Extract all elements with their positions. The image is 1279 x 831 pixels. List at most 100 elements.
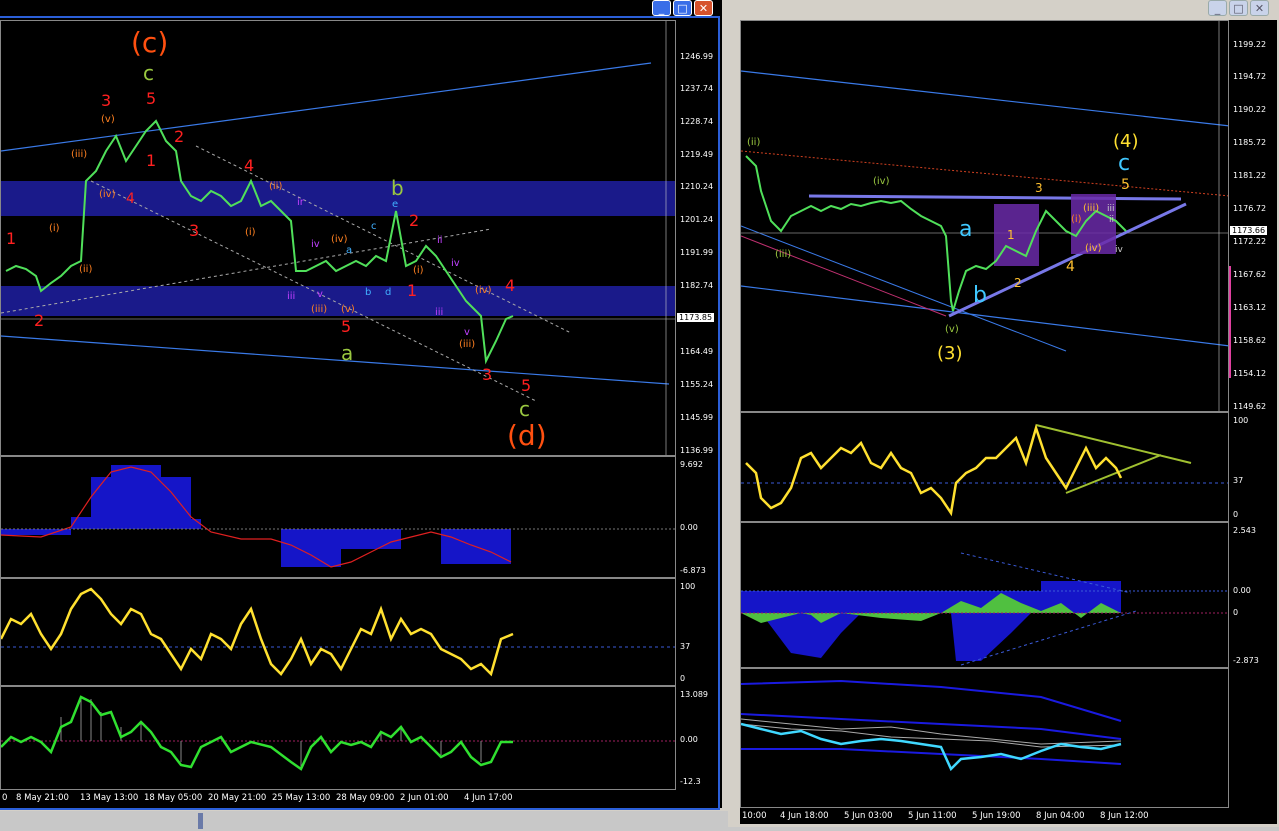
wave-3-red-a: 3: [189, 221, 200, 240]
right-bands-axis: [1229, 668, 1277, 808]
wave-4-yellow: 4: [1066, 259, 1075, 275]
wave-2-red-left: 2: [34, 311, 45, 330]
wave-iii-paren: (iii): [71, 149, 88, 160]
wave-2-red-top: 2: [174, 127, 185, 146]
wave-c-green: c: [143, 61, 154, 85]
wave-a-green: a: [341, 341, 354, 365]
wave-5-red-b: 5: [521, 376, 532, 395]
wave-a-small: a: [346, 245, 353, 256]
left-rsi-pane[interactable]: [0, 578, 676, 686]
wave-5-red-mid: 5: [341, 317, 352, 336]
wave-3-paren: (3): [937, 343, 963, 364]
wave-3-yellow: 3: [1035, 181, 1043, 195]
wave-iv-paren: (iv): [873, 176, 890, 187]
left-window-controls: _ □ ✕: [652, 0, 713, 16]
wave-3-red-b: 3: [482, 365, 493, 384]
wave-iv-paren-2: (iv): [331, 234, 348, 245]
left-current-price: 1173.85: [677, 313, 715, 322]
wave-iii-small: iii: [1107, 204, 1115, 214]
wave-i-paren: (i): [1071, 214, 1082, 225]
wave-4-red-c: 4: [505, 276, 516, 295]
wave-iii-paren-4: (iii): [459, 339, 476, 350]
left-rsi-drawing: [1, 587, 675, 677]
wave-iv-small: iv: [1115, 245, 1123, 255]
wave-4-red-a: 4: [126, 191, 135, 207]
wave-ii-small: ii: [1109, 215, 1115, 225]
wave-1-yellow: 1: [1007, 228, 1015, 242]
wave-i-paren: (i): [49, 223, 60, 234]
wave-ii-paren: (ii): [269, 181, 283, 192]
wave-b-cyan: b: [973, 283, 987, 308]
left-time-axis: 0 8 May 21:00 13 May 13:00 18 May 05:00 …: [0, 790, 718, 806]
wave-v-paren-2: (v): [341, 304, 355, 315]
right-rsi-axis: 100 37 0: [1229, 412, 1277, 522]
wave-v-paren: (v): [945, 324, 959, 335]
right-time-axis: 10:00 4 Jun 18:00 5 Jun 03:00 5 Jun 11:0…: [740, 808, 1277, 824]
wave-3-red: 3: [101, 91, 112, 110]
wave-v3: v: [464, 327, 470, 338]
wave-c-cyan: c: [1118, 151, 1131, 176]
wave-1-red-mid: 1: [407, 281, 418, 300]
wave-iv-paren-3: (iv): [475, 285, 492, 296]
wave-1-red-top: 1: [146, 151, 157, 170]
close-button[interactable]: ✕: [694, 0, 713, 16]
wave-iii-paren: (iii): [775, 249, 792, 260]
wave-i-paren-2: (i): [245, 227, 256, 238]
wave-iv-paren-2: (iv): [1085, 243, 1102, 254]
wave-d-paren: (d): [507, 419, 547, 452]
maximize-button[interactable]: □: [1229, 0, 1248, 16]
right-bands-pane[interactable]: [740, 668, 1229, 808]
wave-v-paren: (v): [101, 114, 115, 125]
wave-c-small: c: [371, 221, 377, 232]
wave-iii-small: iii: [287, 291, 296, 302]
wave-d-small: d: [385, 287, 392, 298]
left-price-pane[interactable]: (c) c 3 5 (v) 2 1 (iii) (iv) 4 4 (ii) ir…: [0, 20, 676, 456]
wave-ir: ir: [297, 197, 304, 208]
left-macd-drawing: [1, 465, 675, 568]
wave-5-yellow: 5: [1121, 177, 1130, 193]
minimize-button[interactable]: _: [1208, 0, 1227, 16]
left-osc-axis: 13.089 0.00 -12.3: [680, 690, 708, 786]
right-bands-drawing: [741, 679, 1122, 772]
wave-b-green: b: [391, 176, 404, 200]
wave-4-red-b: 4: [244, 156, 255, 175]
right-price-pane[interactable]: (4) c 5 3 (iv) (ii) (iii) a b (v) (3) 1 …: [740, 20, 1229, 412]
wave-1-red-left: 1: [6, 229, 17, 248]
left-price-axis: 1246.99 1237.74 1228.74 1219.49 1210.24 …: [677, 52, 715, 455]
minimize-button[interactable]: _: [652, 0, 671, 16]
right-rsi-pane[interactable]: [740, 412, 1229, 522]
left-osc-drawing: [1, 695, 675, 771]
left-rsi-axis: 100 37 0: [680, 582, 696, 683]
wave-v-small: v: [317, 289, 323, 300]
wave-b-small: b: [365, 287, 372, 298]
right-price-drawing: [741, 21, 1228, 411]
right-current-price: 1173.66: [1230, 226, 1268, 235]
wave-e: e: [392, 199, 399, 210]
left-osc-pane[interactable]: [0, 686, 676, 790]
wave-iv-small: iv: [311, 239, 320, 250]
right-macd-pane[interactable]: [740, 522, 1229, 668]
wave-5-red: 5: [146, 89, 157, 108]
wave-2-red-mid: 2: [409, 211, 420, 230]
close-button[interactable]: ✕: [1250, 0, 1269, 16]
scrollbar-thumb[interactable]: [198, 813, 203, 829]
wave-4-paren: (4): [1113, 131, 1139, 152]
wave-ii-small-paren: (ii): [79, 264, 93, 275]
wave-iii-paren-2: (iii): [311, 304, 328, 315]
wave-c-paren: (c): [131, 26, 169, 59]
wave-ii-paren: (ii): [747, 137, 761, 148]
wave-iii-paren-2: (iii): [1083, 203, 1100, 214]
wave-iv4: iv: [451, 258, 460, 269]
wave-2-yellow: 2: [1014, 276, 1022, 290]
wave-i-paren-3: (i): [413, 265, 424, 276]
left-macd-axis: 9.692 0.00 -6.873: [680, 460, 706, 575]
wave-c-green-2: c: [519, 397, 530, 421]
right-window-controls: _ □ ✕: [1208, 0, 1269, 16]
wave-iii3: iii: [435, 307, 444, 318]
right-range-marker: [1229, 266, 1231, 378]
right-macd-drawing: [741, 552, 1228, 666]
left-macd-pane[interactable]: [0, 456, 676, 578]
right-price-axis: 1199.22 1194.72 1190.22 1185.72 1181.22 …: [1229, 20, 1277, 412]
wave-iv-paren: (iv): [99, 189, 116, 200]
maximize-button[interactable]: □: [673, 0, 692, 16]
